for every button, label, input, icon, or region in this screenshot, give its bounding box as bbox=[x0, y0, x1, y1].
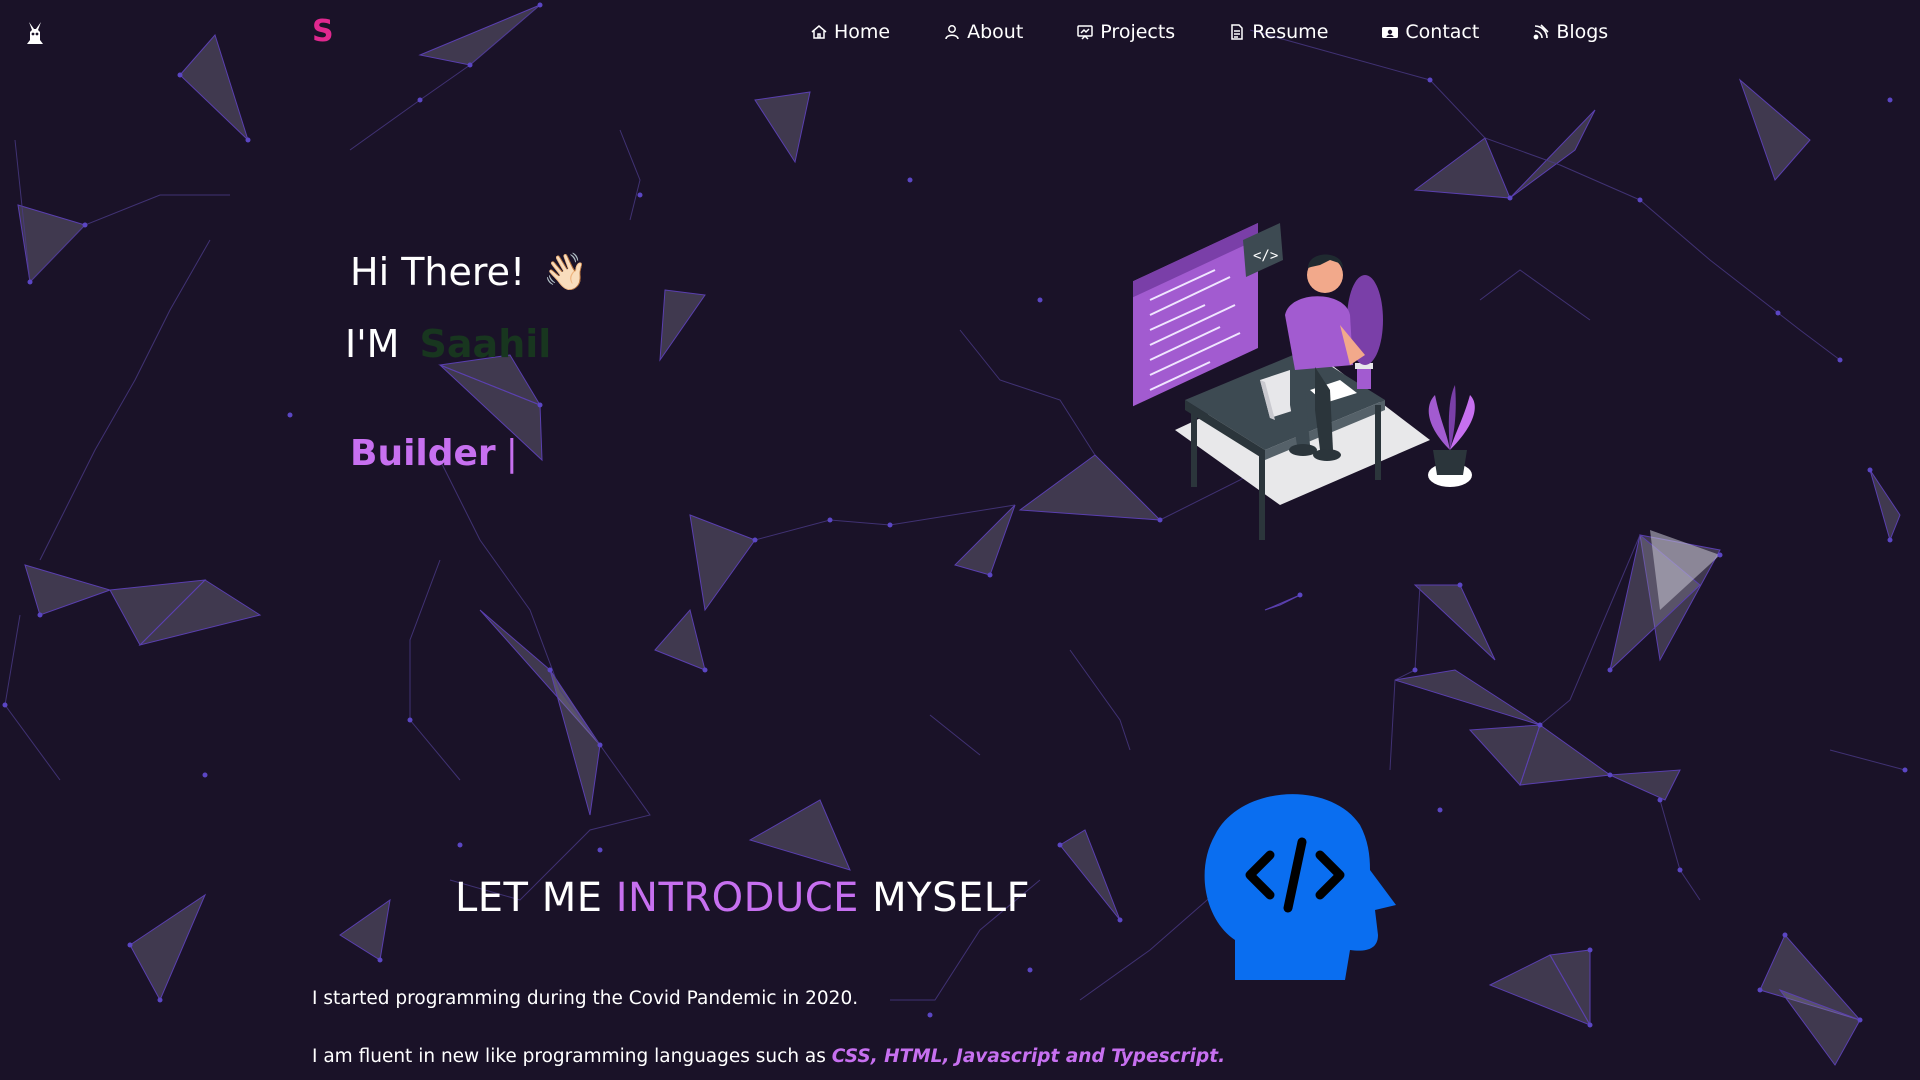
intro-paragraph-2-text: I am fluent in new like programming lang… bbox=[312, 1046, 826, 1067]
brand-logo[interactable]: S bbox=[312, 14, 334, 49]
user-icon bbox=[945, 25, 959, 40]
nav-home[interactable]: Home bbox=[810, 21, 890, 43]
intro-paragraph-2: I am fluent in new like programming lang… bbox=[312, 1046, 1225, 1067]
hero-greeting: Hi There! 👋🏻 bbox=[350, 250, 588, 294]
nav-projects[interactable]: Projects bbox=[1076, 21, 1175, 43]
nav-home-label: Home bbox=[834, 21, 891, 43]
intro-heading-part2: MYSELF bbox=[872, 875, 1031, 921]
nav-contact[interactable]: Contact bbox=[1381, 21, 1479, 43]
intro-heading-accent: INTRODUCE bbox=[615, 875, 859, 921]
hero-name: Saahil bbox=[419, 322, 552, 366]
contact-icon bbox=[1382, 27, 1399, 38]
intro-heading-part1: LET ME bbox=[455, 875, 603, 921]
intro-heading: LET ME INTRODUCE MYSELF bbox=[455, 875, 1030, 921]
nav-blogs-label: Blogs bbox=[1556, 21, 1609, 43]
svg-text:</>: </> bbox=[1253, 248, 1278, 264]
wave-emoji: 👋🏻 bbox=[543, 252, 589, 293]
hero-name-line: I'M Saahil bbox=[345, 322, 551, 366]
rabbit-icon[interactable] bbox=[22, 20, 48, 46]
nav-resume-label: Resume bbox=[1252, 21, 1329, 43]
nav-resume[interactable]: Resume bbox=[1228, 21, 1328, 43]
blog-icon bbox=[1533, 24, 1549, 40]
nav-contact-label: Contact bbox=[1405, 21, 1480, 43]
head-code-icon bbox=[1204, 794, 1396, 980]
projects-icon bbox=[1077, 25, 1094, 40]
greeting-text: Hi There! bbox=[350, 250, 526, 294]
intro-paragraph-1: I started programming during the Covid P… bbox=[312, 988, 859, 1009]
typewriter-word: Builder bbox=[350, 433, 496, 474]
nav-about[interactable]: About bbox=[943, 21, 1023, 43]
typewriter-cursor: | bbox=[505, 433, 518, 474]
home-icon bbox=[811, 25, 827, 39]
languages-highlight: CSS, HTML, Javascript and Typescript. bbox=[831, 1046, 1226, 1067]
document-icon bbox=[1231, 24, 1243, 40]
nav-about-label: About bbox=[967, 21, 1024, 43]
navbar: S Home About Projects Resume Contact Blo… bbox=[0, 0, 1920, 66]
developer-at-desk-illustration: </> bbox=[1133, 222, 1475, 540]
nav-projects-label: Projects bbox=[1100, 21, 1176, 43]
im-prefix: I'M bbox=[345, 322, 400, 366]
nav-links: Home About Projects Resume Contact Blogs bbox=[810, 21, 1608, 43]
nav-blogs[interactable]: Blogs bbox=[1532, 21, 1608, 43]
typewriter-text: Builder | bbox=[350, 433, 518, 474]
